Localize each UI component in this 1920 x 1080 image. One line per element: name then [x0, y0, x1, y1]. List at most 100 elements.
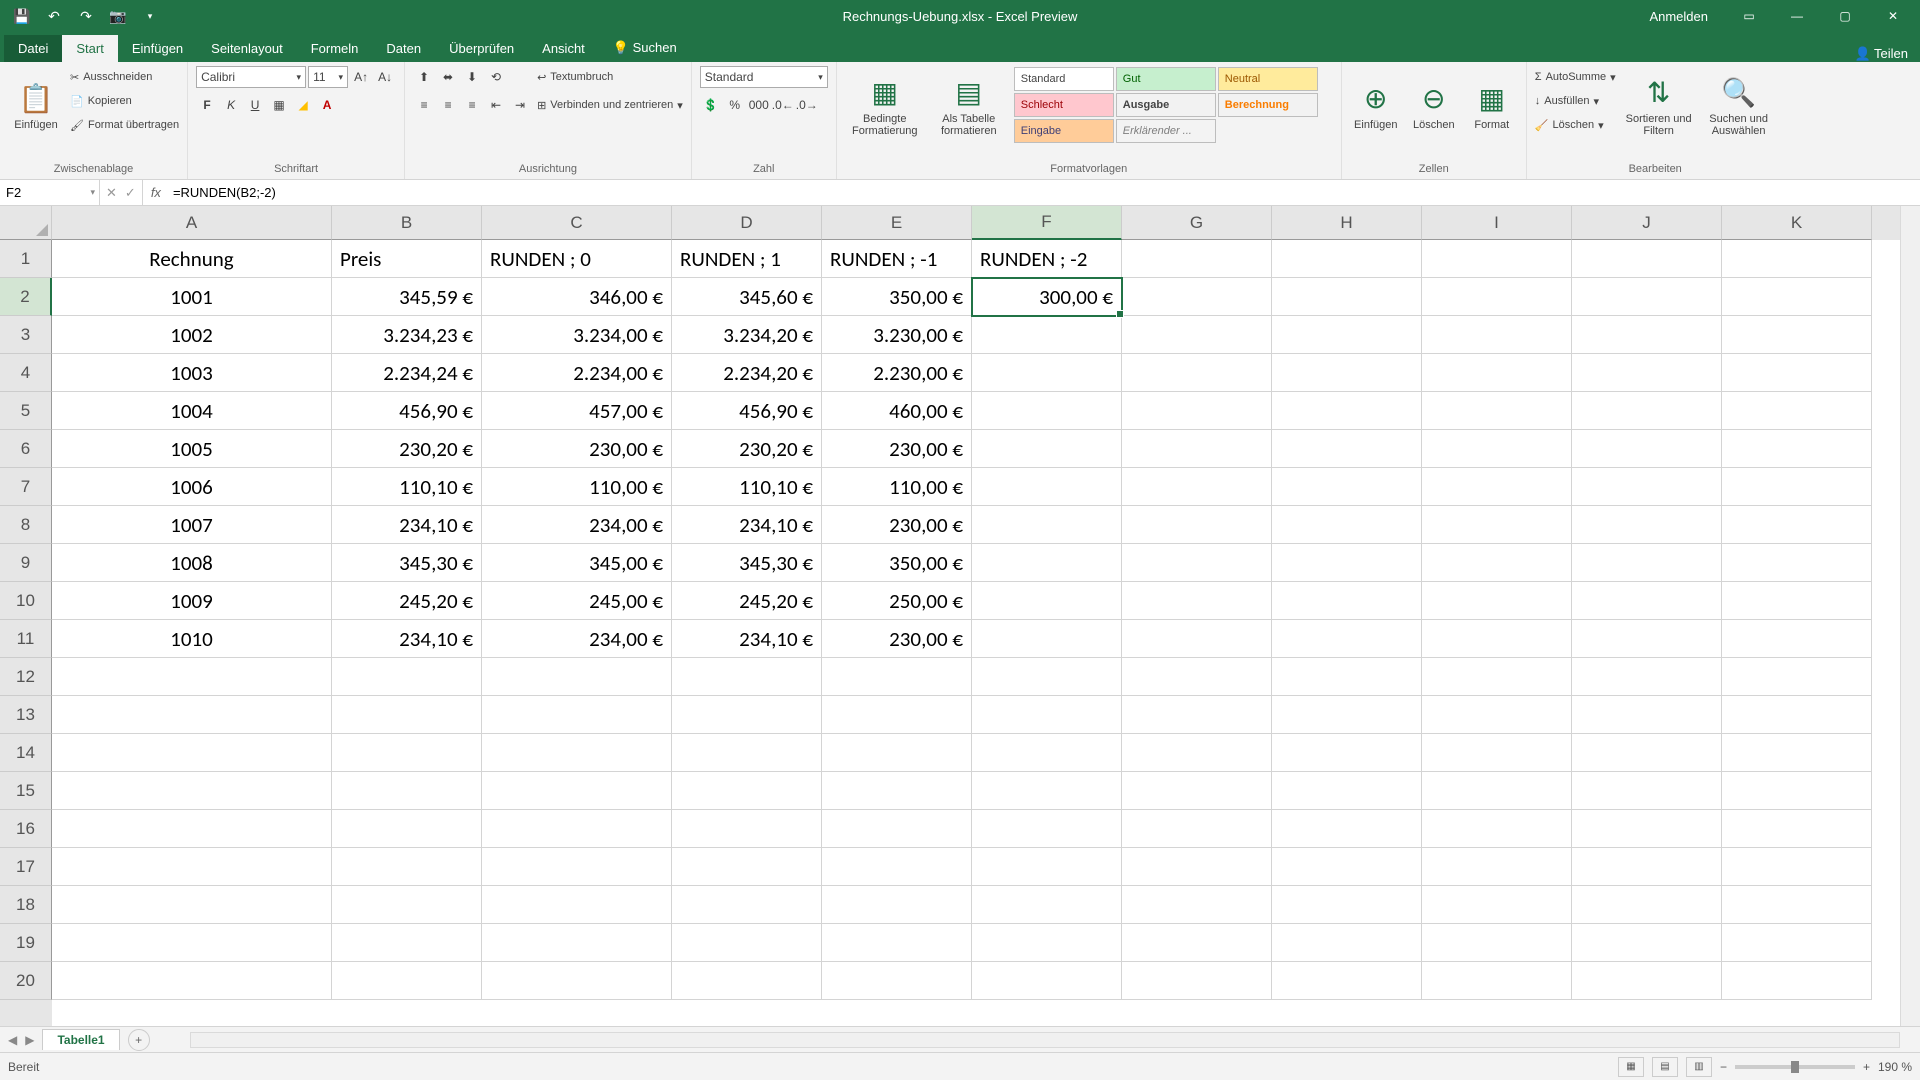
cell-I2[interactable] [1422, 278, 1572, 316]
column-header-K[interactable]: K [1722, 206, 1872, 240]
cell-D12[interactable] [672, 658, 822, 696]
cell-A9[interactable]: 1008 [52, 544, 332, 582]
cell-E9[interactable]: 350,00 € [822, 544, 972, 582]
cell-I3[interactable] [1422, 316, 1572, 354]
cell-I14[interactable] [1422, 734, 1572, 772]
merge-center-button[interactable]: ⊞ Verbinden und zentrieren ▾ [537, 94, 683, 116]
currency-button[interactable]: 💲 [700, 94, 722, 116]
cell-D8[interactable]: 234,10 € [672, 506, 822, 544]
cell-G8[interactable] [1122, 506, 1272, 544]
cell-D5[interactable]: 456,90 € [672, 392, 822, 430]
maximize-icon[interactable]: ▢ [1822, 0, 1868, 32]
row-header-18[interactable]: 18 [0, 886, 52, 924]
cell-I13[interactable] [1422, 696, 1572, 734]
cell-C15[interactable] [482, 772, 672, 810]
cell-E15[interactable] [822, 772, 972, 810]
cell-J19[interactable] [1572, 924, 1722, 962]
cell-H18[interactable] [1272, 886, 1422, 924]
cell-J20[interactable] [1572, 962, 1722, 1000]
cell-D18[interactable] [672, 886, 822, 924]
cell-J6[interactable] [1572, 430, 1722, 468]
cell-G4[interactable] [1122, 354, 1272, 392]
cell-F18[interactable] [972, 886, 1122, 924]
redo-icon[interactable]: ↷ [72, 2, 100, 30]
cell-D7[interactable]: 110,10 € [672, 468, 822, 506]
enter-formula-icon[interactable]: ✓ [125, 185, 136, 201]
minimize-icon[interactable]: — [1774, 0, 1820, 32]
cell-H12[interactable] [1272, 658, 1422, 696]
cell-C17[interactable] [482, 848, 672, 886]
cell-E13[interactable] [822, 696, 972, 734]
cell-C1[interactable]: RUNDEN ; 0 [482, 240, 672, 278]
align-middle-button[interactable]: ⬌ [437, 66, 459, 88]
cell-F15[interactable] [972, 772, 1122, 810]
cell-B14[interactable] [332, 734, 482, 772]
cell-A3[interactable]: 1002 [52, 316, 332, 354]
sheet-nav-prev-icon[interactable]: ◀ [8, 1033, 17, 1047]
cell-J3[interactable] [1572, 316, 1722, 354]
cell-H15[interactable] [1272, 772, 1422, 810]
cell-F3[interactable] [972, 316, 1122, 354]
row-header-7[interactable]: 7 [0, 468, 52, 506]
cell-G14[interactable] [1122, 734, 1272, 772]
cell-F14[interactable] [972, 734, 1122, 772]
sheet-nav-next-icon[interactable]: ▶ [25, 1033, 34, 1047]
copy-button[interactable]: 📄 Kopieren [70, 90, 179, 112]
select-all-corner[interactable] [0, 206, 52, 240]
cell-B3[interactable]: 3.234,23 € [332, 316, 482, 354]
autosum-button[interactable]: Σ AutoSumme ▾ [1535, 66, 1616, 88]
cell-C5[interactable]: 457,00 € [482, 392, 672, 430]
cell-H5[interactable] [1272, 392, 1422, 430]
tab-file[interactable]: Datei [4, 35, 62, 62]
cell-G15[interactable] [1122, 772, 1272, 810]
cell-A10[interactable]: 1009 [52, 582, 332, 620]
cell-F13[interactable] [972, 696, 1122, 734]
cell-K8[interactable] [1722, 506, 1872, 544]
cell-D17[interactable] [672, 848, 822, 886]
cell-C7[interactable]: 110,00 € [482, 468, 672, 506]
cell-G9[interactable] [1122, 544, 1272, 582]
cell-K1[interactable] [1722, 240, 1872, 278]
cell-G17[interactable] [1122, 848, 1272, 886]
cell-J16[interactable] [1572, 810, 1722, 848]
cell-A2[interactable]: 1001 [52, 278, 332, 316]
align-right-button[interactable]: ≡ [461, 94, 483, 116]
signin-link[interactable]: Anmelden [1649, 9, 1708, 24]
cell-H9[interactable] [1272, 544, 1422, 582]
cell-C14[interactable] [482, 734, 672, 772]
clear-button[interactable]: 🧹 Löschen ▾ [1535, 114, 1616, 136]
column-header-I[interactable]: I [1422, 206, 1572, 240]
column-header-J[interactable]: J [1572, 206, 1722, 240]
cell-J12[interactable] [1572, 658, 1722, 696]
cell-A20[interactable] [52, 962, 332, 1000]
cell-B13[interactable] [332, 696, 482, 734]
cell-A15[interactable] [52, 772, 332, 810]
row-header-16[interactable]: 16 [0, 810, 52, 848]
cell-K15[interactable] [1722, 772, 1872, 810]
cell-J4[interactable] [1572, 354, 1722, 392]
cell-F12[interactable] [972, 658, 1122, 696]
cell-A4[interactable]: 1003 [52, 354, 332, 392]
cell-K11[interactable] [1722, 620, 1872, 658]
cell-F17[interactable] [972, 848, 1122, 886]
cell-C13[interactable] [482, 696, 672, 734]
cell-H16[interactable] [1272, 810, 1422, 848]
undo-icon[interactable]: ↶ [40, 2, 68, 30]
cell-H7[interactable] [1272, 468, 1422, 506]
cell-I9[interactable] [1422, 544, 1572, 582]
cell-J7[interactable] [1572, 468, 1722, 506]
cell-H8[interactable] [1272, 506, 1422, 544]
cell-I11[interactable] [1422, 620, 1572, 658]
cell-E1[interactable]: RUNDEN ; -1 [822, 240, 972, 278]
cell-F19[interactable] [972, 924, 1122, 962]
column-header-C[interactable]: C [482, 206, 672, 240]
cell-E2[interactable]: 350,00 € [822, 278, 972, 316]
style-neutral[interactable]: Neutral [1218, 67, 1318, 91]
zoom-slider[interactable] [1735, 1065, 1855, 1069]
wrap-text-button[interactable]: ↩ Textumbruch [537, 66, 683, 88]
cell-E18[interactable] [822, 886, 972, 924]
cell-B11[interactable]: 234,10 € [332, 620, 482, 658]
cell-D4[interactable]: 2.234,20 € [672, 354, 822, 392]
cell-E20[interactable] [822, 962, 972, 1000]
row-header-1[interactable]: 1 [0, 240, 52, 278]
